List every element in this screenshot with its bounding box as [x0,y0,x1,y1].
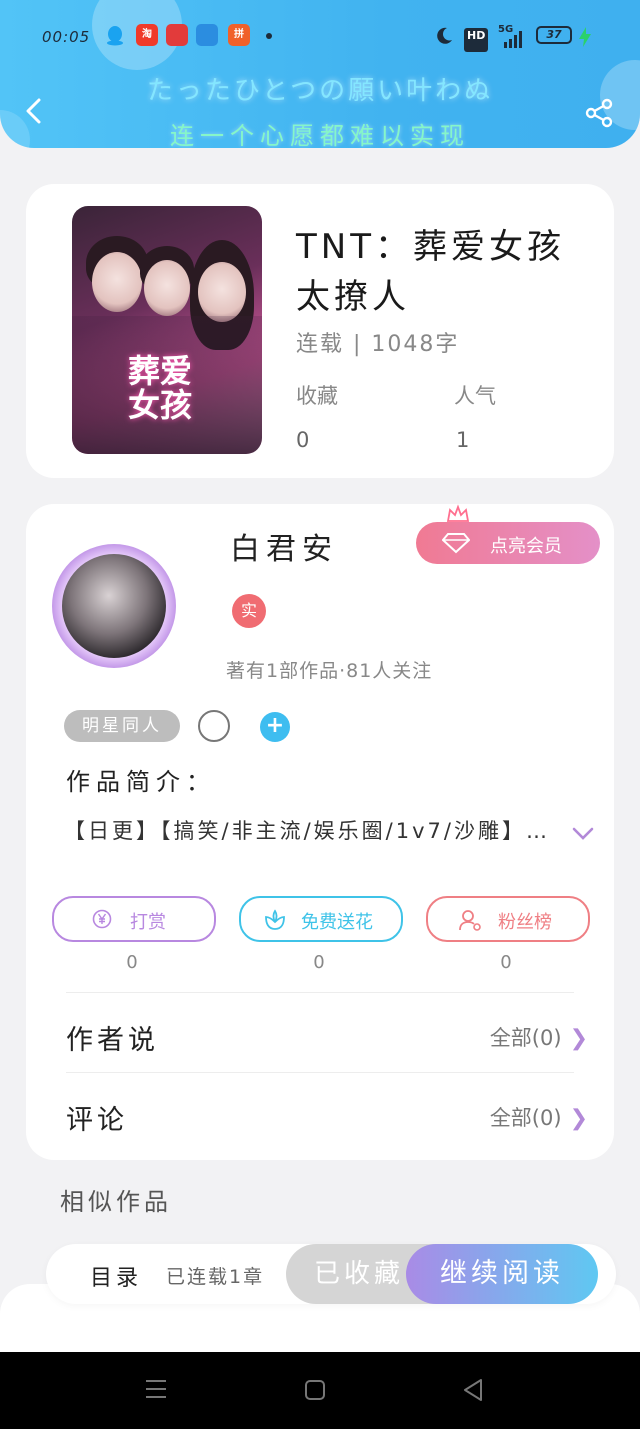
book-cover[interactable]: 葬爱女孩 [72,206,262,454]
author-says-all-link[interactable]: 全部(0) ❯ [490,1022,588,1052]
comments-count: 全部(0) [489,1106,562,1130]
moon-icon [434,26,454,48]
vip-button-label: 点亮会员 [490,536,562,557]
bottom-action-bar: 目录 已连载1章 已收藏 继续阅读 [46,1244,616,1304]
battery-icon: 37 [536,26,572,44]
diamond-icon [441,532,471,559]
author-avatar[interactable] [62,554,166,658]
divider [66,992,574,993]
vip-button[interactable]: 点亮会员 [416,522,600,564]
popularity-label: 人气 [454,384,496,408]
tip-count: 0 [126,952,138,973]
tip-button[interactable]: 打赏 [52,896,216,942]
back-nav-icon[interactable] [462,1378,484,1406]
intro-text: 【日更】【搞笑/非主流/娱乐圈/1v7/沙雕】… [64,819,550,843]
yuan-icon [92,909,112,929]
status-time: 00:05 [42,28,91,46]
taobao-icon: 淘 [136,24,158,46]
system-nav-bar [0,1352,640,1429]
share-icon[interactable] [584,98,614,128]
send-flower-button[interactable]: 免费送花 [239,896,403,942]
chevron-right-icon: ❯ [569,1026,588,1051]
table-of-contents-button[interactable]: 目录 [90,1260,142,1292]
app-icon [196,24,218,46]
menu-icon[interactable] [144,1378,168,1404]
home-icon[interactable] [304,1379,326,1405]
book-info-card: 葬爱女孩 TNT：葬爱女孩太撩人 连载 | 1048字 收藏 人气 0 1 [26,184,614,478]
comments-title: 评论 [66,1105,128,1136]
favorites-count: 0 [296,428,310,452]
author-says-title: 作者说 [66,1025,159,1056]
flower-icon [263,909,285,930]
qq-icon [104,24,126,46]
continue-reading-button[interactable]: 继续阅读 [406,1244,598,1304]
intro-label: 作品简介： [66,768,216,796]
tip-button-label: 打赏 [130,912,166,933]
author-card: 白君安 点亮会员 实 著有1部作品·81人关注 明星同人 + 作品简介： 【日更… [26,504,614,1160]
fan-count: 0 [500,952,512,973]
top-header: 00:05 淘 拼 HD 5G 37 たったひとつの願い叶わぬ 连一个心愿都难以… [0,0,640,148]
verified-badge: 实 [232,594,266,628]
book-title: TNT：葬爱女孩太撩人 [296,227,565,317]
fan-rank-button[interactable]: 粉丝榜 [426,896,590,942]
battery-level: 37 [546,28,562,41]
618-icon [166,24,188,46]
book-status: 连载 | 1048字 [296,332,460,357]
author-name[interactable]: 白君安 [230,524,338,568]
favorites-label: 收藏 [296,384,338,408]
fan-rank-label: 粉丝榜 [498,912,552,933]
cover-title: 葬爱女孩 [128,352,193,424]
charging-icon [578,26,592,48]
user-icon [458,909,481,931]
popularity-count: 1 [456,428,470,452]
serial-status: 已连载1章 [166,1266,265,1288]
similar-works-title: 相似作品 [60,1188,172,1216]
pinduoduo-icon: 拼 [228,24,250,46]
tag-circle-icon[interactable] [198,710,230,742]
category-tag[interactable]: 明星同人 [64,710,180,742]
banner-line-2: 连一个心愿都难以实现 [170,122,470,148]
banner-line-1: たったひとつの願い叶わぬ [146,76,494,106]
hd-icon: HD [464,28,489,52]
back-icon[interactable] [22,98,48,124]
status-bar: 00:05 淘 拼 HD 5G 37 [0,20,640,56]
author-says-count: 全部(0) [489,1026,562,1050]
send-flower-label: 免费送花 [301,912,373,933]
author-stats: 著有1部作品·81人关注 [226,660,433,682]
notification-dot [266,33,272,39]
chevron-right-icon: ❯ [569,1106,588,1131]
flower-count: 0 [313,952,325,973]
add-tag-button[interactable]: + [260,712,290,742]
divider [66,1072,574,1073]
comments-all-link[interactable]: 全部(0) ❯ [490,1102,588,1132]
expand-chevron-icon[interactable] [572,826,594,842]
